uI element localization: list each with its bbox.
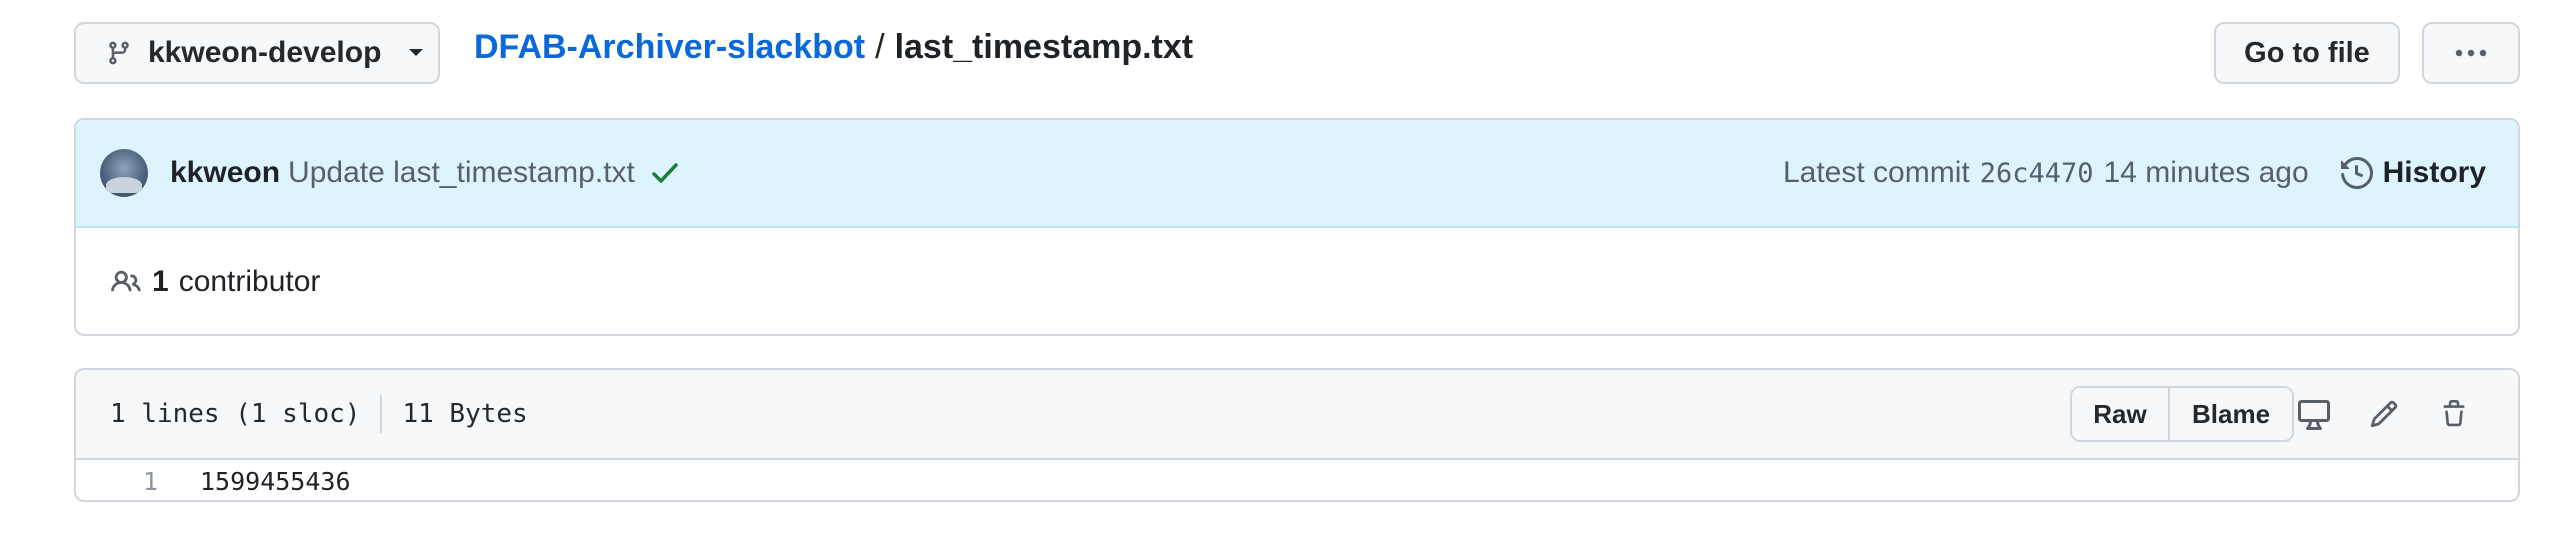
contributor-label: contributor xyxy=(178,265,321,298)
people-icon xyxy=(110,267,142,297)
avatar[interactable] xyxy=(100,149,148,197)
divider xyxy=(380,395,383,433)
commit-time: 14 minutes ago xyxy=(2103,156,2309,189)
desktop-icon[interactable] xyxy=(2294,394,2334,434)
commit-sha-link[interactable]: 26c4470 xyxy=(1980,158,2094,189)
commit-message-link[interactable]: Update last_timestamp.txt xyxy=(288,156,635,190)
file-action-buttons: Raw Blame xyxy=(2070,386,2294,442)
latest-commit-box: kkweon Update last_timestamp.txt Latest … xyxy=(74,118,2520,336)
code-line: 1 1599455436 xyxy=(76,460,2518,500)
commit-author-link[interactable]: kkweon xyxy=(170,156,280,190)
contributors-row[interactable]: 1 contributor xyxy=(76,228,2518,334)
blame-button[interactable]: Blame xyxy=(2170,388,2292,440)
breadcrumb: DFAB-Archiver-slackbot / last_timestamp.… xyxy=(474,28,1193,67)
line-number[interactable]: 1 xyxy=(76,467,200,496)
file-viewer: 1 lines (1 sloc) 11 Bytes Raw Blame 1 15… xyxy=(74,368,2520,502)
history-link[interactable]: History xyxy=(2340,156,2486,190)
breadcrumb-repo-link[interactable]: DFAB-Archiver-slackbot xyxy=(474,28,865,67)
breadcrumb-separator: / xyxy=(875,28,885,66)
history-label: History xyxy=(2382,156,2486,189)
latest-commit-label: Latest commit xyxy=(1782,156,1970,189)
git-branch-icon xyxy=(106,38,132,68)
branch-select-button[interactable]: kkweon-develop xyxy=(74,22,440,84)
code-text: 1599455436 xyxy=(200,466,351,496)
check-icon[interactable] xyxy=(651,161,679,185)
kebab-horizontal-icon xyxy=(2453,48,2489,58)
file-info: 1 lines (1 sloc) 11 Bytes xyxy=(110,395,528,433)
trash-icon[interactable] xyxy=(2434,394,2474,434)
line-count: 1 lines (1 sloc) xyxy=(110,399,361,429)
pencil-icon[interactable] xyxy=(2364,394,2404,434)
history-icon xyxy=(2340,157,2373,189)
contributor-count: 1 xyxy=(152,265,169,298)
file-size: 11 Bytes xyxy=(402,399,528,429)
raw-button[interactable]: Raw xyxy=(2072,388,2170,440)
commit-header: kkweon Update last_timestamp.txt Latest … xyxy=(76,120,2518,228)
branch-name: kkweon-develop xyxy=(148,36,382,69)
commit-meta: Latest commit 26c4470 14 minutes ago His… xyxy=(1783,120,2486,226)
go-to-file-button[interactable]: Go to file xyxy=(2214,22,2400,84)
file-navigation: kkweon-develop DFAB-Archiver-slackbot / … xyxy=(74,22,2520,86)
caret-down-icon xyxy=(407,47,425,59)
breadcrumb-file-name: last_timestamp.txt xyxy=(894,28,1194,66)
more-options-button[interactable] xyxy=(2422,22,2520,84)
file-header: 1 lines (1 sloc) 11 Bytes Raw Blame xyxy=(76,370,2518,460)
